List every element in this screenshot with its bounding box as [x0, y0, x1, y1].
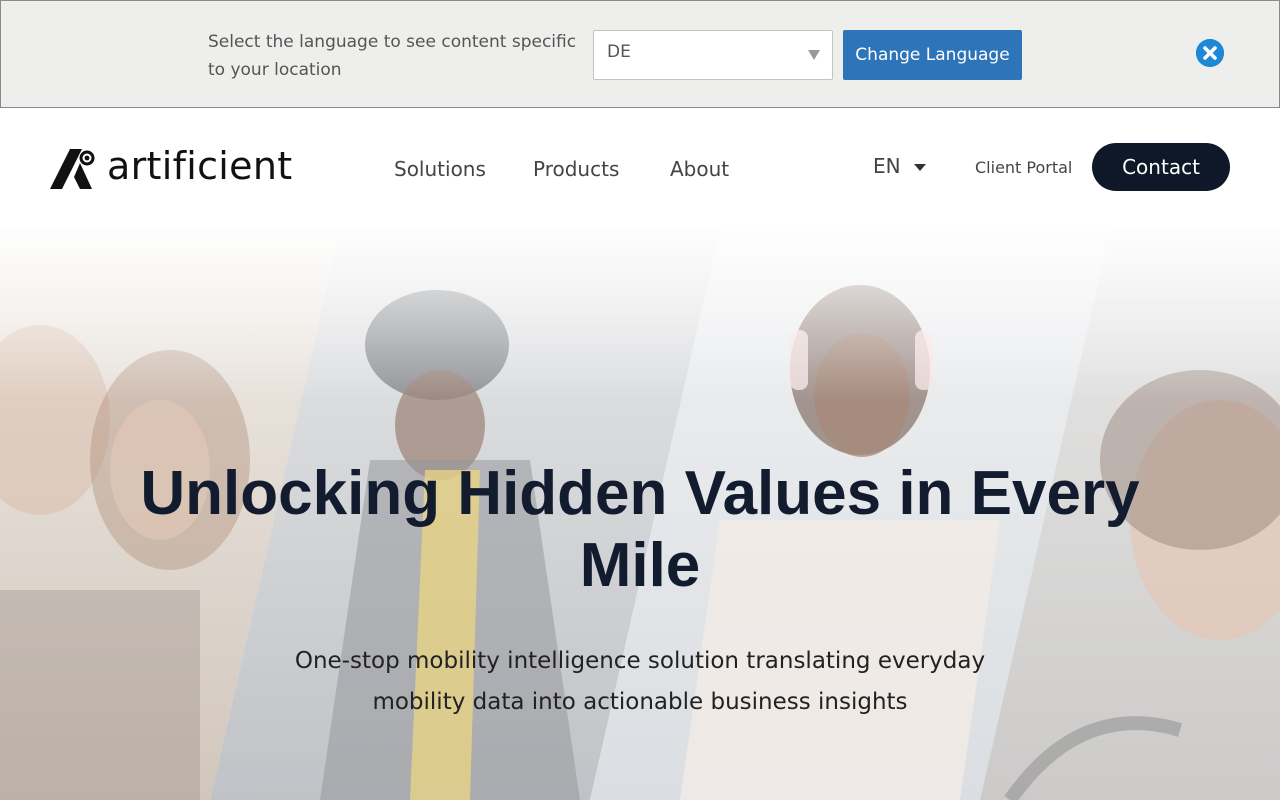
language-select[interactable]: DE [593, 30, 833, 80]
client-portal-link[interactable]: Client Portal [975, 158, 1072, 177]
nav-products[interactable]: Products [533, 157, 619, 181]
hero-subtitle: One-stop mobility intelligence solution … [294, 648, 986, 715]
language-select-value: DE [607, 42, 631, 62]
site-header: artificient Solutions Products About EN … [0, 108, 1280, 230]
hero-title: Unlocking Hidden Values in Every Mile [140, 459, 1140, 600]
change-language-button[interactable]: Change Language [843, 30, 1022, 80]
hero-section: Unlocking Hidden Values in Every Mile On… [0, 230, 1280, 800]
language-prompt: Select the language to see content speci… [208, 32, 577, 80]
brand-logo[interactable]: artificient [50, 144, 292, 189]
logo-mark-icon [50, 149, 95, 189]
language-banner: Select the language to see content speci… [0, 0, 1280, 108]
nav-about[interactable]: About [670, 157, 729, 181]
brand-name: artificient [107, 144, 293, 188]
contact-button[interactable]: Contact [1092, 143, 1230, 191]
close-banner-button[interactable] [1196, 39, 1224, 67]
caret-down-icon[interactable] [914, 164, 926, 171]
caret-down-icon [808, 50, 820, 60]
language-switcher[interactable]: EN [873, 154, 901, 178]
nav-solutions[interactable]: Solutions [394, 157, 486, 181]
close-circle-icon [1196, 39, 1224, 67]
